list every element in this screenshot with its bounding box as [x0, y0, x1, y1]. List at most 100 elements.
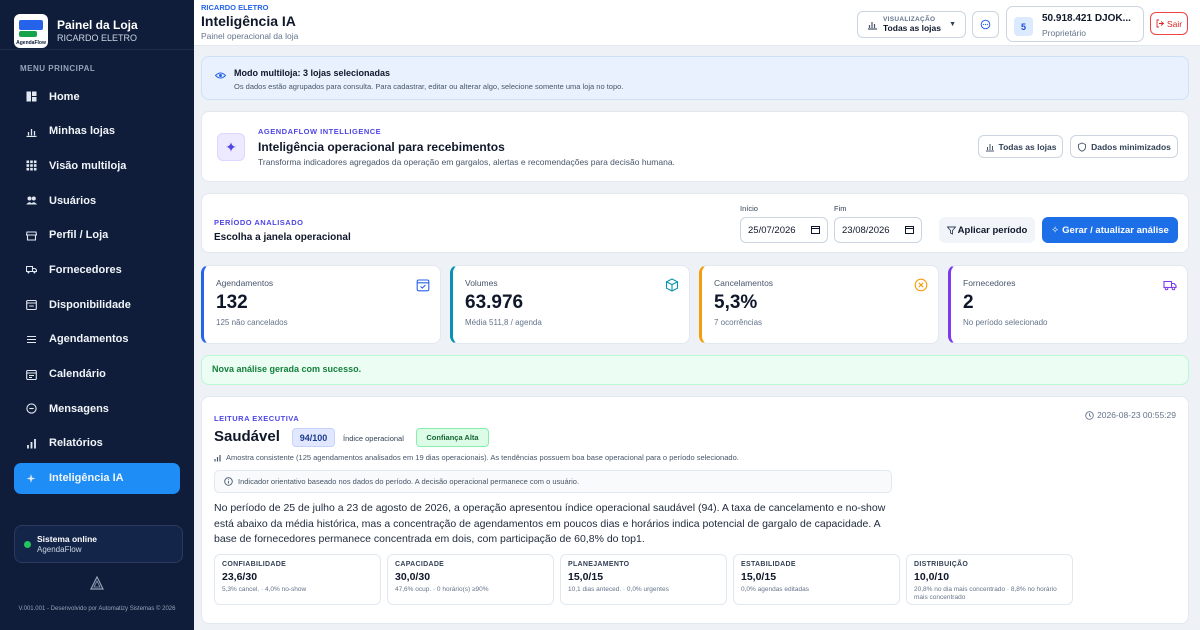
- sidebar-footer: V.001.001 - Desenvolvido por Automatizy …: [0, 575, 194, 613]
- executive-reading: LEITURA EXECUTIVA 2026-08-23 00:55:29 Sa…: [201, 396, 1189, 624]
- start-date-input[interactable]: 25/07/2026: [740, 217, 828, 243]
- brand-logo: AgendaFlow: [14, 13, 48, 48]
- status-title: Sistema online: [37, 534, 97, 544]
- sparkle-icon: ✧: [1051, 224, 1060, 236]
- message-icon: [26, 403, 37, 414]
- sidebar-item-label: Relatórios: [49, 437, 103, 450]
- exec-eyebrow: LEITURA EXECUTIVA: [214, 414, 300, 423]
- metric-label: ESTABILIDADE: [741, 561, 796, 568]
- start-date-value: 25/07/2026: [748, 224, 796, 236]
- kpi-value: 132: [216, 292, 248, 313]
- status-dot: [24, 541, 31, 548]
- metric-label: CONFIABILIDADE: [222, 561, 287, 568]
- metric-value: 15,0/15: [568, 571, 604, 583]
- list-icon: [26, 334, 37, 345]
- sidebar-item-disponibilidade[interactable]: Disponibilidade: [14, 289, 180, 320]
- logout-button[interactable]: Sair: [1150, 12, 1188, 35]
- page-subtitle: Painel operacional da loja: [201, 31, 299, 41]
- all-stores-label: Todas as lojas: [998, 141, 1057, 152]
- minimized-data-button[interactable]: Dados minimizados: [1070, 135, 1178, 158]
- sidebar-item-inteligencia-ia[interactable]: Inteligência IA: [14, 462, 180, 494]
- sidebar-item-label: Agendamentos: [49, 333, 129, 346]
- calendar-icon: [26, 369, 37, 380]
- sidebar-item-agendamentos[interactable]: Agendamentos: [14, 324, 180, 355]
- metric-card-capacidade: CAPACIDADE 30,0/30 47,6% ocup. · 0 horário…: [387, 554, 554, 605]
- period-filter: PERÍODO ANALISADO Escolha a janela opera…: [201, 193, 1189, 253]
- message-icon: [980, 19, 991, 30]
- store-count-badge: 5: [1014, 17, 1033, 36]
- end-date-input[interactable]: 23/08/2026: [834, 217, 922, 243]
- intel-title: Inteligência operacional para recebiment…: [258, 140, 505, 154]
- exec-index-label: Índice operacional: [343, 434, 404, 443]
- sidebar-item-relatorios[interactable]: Relatórios: [14, 428, 180, 459]
- metric-card-estabilidade: ESTABILIDADE 15,0/15 0,0% agendas editadas: [733, 554, 900, 605]
- success-alert: Nova análise gerada com sucesso.: [201, 355, 1189, 385]
- kpi-label: Fornecedores: [963, 278, 1016, 288]
- apps-icon: [26, 160, 37, 171]
- footer-text: V.001.001 - Desenvolvido por Automatizy …: [18, 606, 176, 612]
- kpi-label: Agendamentos: [216, 278, 274, 288]
- visualization-select[interactable]: VISUALIZAÇÃO Todas as lojas ▼: [857, 11, 966, 38]
- sidebar-item-label: Visão multiloja: [49, 159, 127, 172]
- sidebar-item-visao-multiloja[interactable]: Visão multiloja: [14, 150, 180, 181]
- metric-value: 23,6/30: [222, 571, 258, 583]
- status-sub: AgendaFlow: [37, 545, 82, 554]
- metric-card-confiabilidade: CONFIABILIDADE 23,6/30 5,3% cancel. · 4,0%…: [214, 554, 381, 605]
- metric-card-distribuicao: DISTRIBUIÇÃO 10,0/10 20,8% no dia mais con…: [906, 554, 1073, 605]
- user-menu[interactable]: 5 50.918.421 DJOK... Proprietário: [1006, 6, 1144, 42]
- start-label: Início: [740, 204, 758, 213]
- bar-chart-icon: [214, 454, 221, 461]
- period-title: Escolha a janela operacional: [214, 232, 351, 243]
- brand-store: RICARDO ELETRO: [57, 33, 138, 43]
- filter-icon: [946, 226, 956, 235]
- kpi-card-cancelamentos: Cancelamentos 5,3% 7 ocorrências: [699, 265, 939, 344]
- all-stores-button[interactable]: Todas as lojas: [978, 135, 1063, 158]
- visualization-label: VISUALIZAÇÃO: [883, 16, 936, 23]
- users-icon: [26, 195, 37, 206]
- sidebar-item-mensagens[interactable]: Mensagens: [14, 393, 180, 424]
- brand-logo-text: AgendaFlow: [16, 39, 46, 46]
- apply-period-button[interactable]: Aplicar período: [939, 217, 1035, 243]
- truck-icon: [26, 264, 37, 275]
- intel-subtitle: Transforma indicadores agregados da oper…: [258, 157, 675, 167]
- logout-icon: [1156, 19, 1165, 28]
- multistore-title: Modo multiloja: 3 lojas selecionadas: [234, 68, 391, 78]
- sidebar-item-label: Usuários: [49, 194, 97, 207]
- sidebar-item-fornecedores[interactable]: Fornecedores: [14, 254, 180, 285]
- metric-sub: 0,0% agendas editadas: [741, 586, 809, 593]
- confidence-badge: Confiança Alta: [416, 428, 489, 447]
- grid-icon: [26, 91, 37, 102]
- sidebar-item-home[interactable]: Home: [14, 81, 180, 112]
- calendar-icon: [416, 278, 430, 292]
- sidebar-item-label: Minhas lojas: [49, 125, 116, 138]
- messages-button[interactable]: [972, 11, 999, 38]
- user-role: Proprietário: [1042, 28, 1086, 38]
- calendar-icon: [905, 226, 914, 234]
- calendar-check-icon: [26, 299, 37, 311]
- intel-eyebrow: AGENDAFLOW INTELLIGENCE: [258, 127, 382, 136]
- exec-timestamp-value: 2026-08-23 00:55:29: [1097, 410, 1176, 420]
- sidebar-item-calendario[interactable]: Calendário: [14, 359, 180, 390]
- chevron-down-icon: ▼: [949, 21, 956, 28]
- metric-value: 15,0/15: [741, 571, 777, 583]
- metric-label: DISTRIBUIÇÃO: [914, 561, 969, 568]
- metric-label: PLANEJAMENTO: [568, 561, 630, 568]
- clock-icon: [1085, 410, 1094, 420]
- intelligence-header: ✦ AGENDAFLOW INTELLIGENCE Inteligência o…: [201, 111, 1189, 182]
- sidebar-item-usuarios[interactable]: Usuários: [14, 185, 180, 216]
- box-icon: [665, 278, 679, 292]
- kpi-value: 2: [963, 292, 974, 313]
- multistore-text: Os dados estão agrupados para consulta. …: [234, 82, 624, 91]
- brand: AgendaFlow Painel da Loja RICARDO ELETRO: [0, 0, 194, 50]
- sidebar-item-perfil-loja[interactable]: Perfil / Loja: [14, 220, 180, 251]
- header-store: RICARDO ELETRO: [201, 3, 269, 12]
- metric-value: 10,0/10: [914, 571, 950, 583]
- visualization-value: Todas as lojas: [883, 23, 941, 33]
- chart-icon: [985, 143, 994, 151]
- sidebar-item-label: Fornecedores: [49, 263, 122, 276]
- sidebar-item-label: Calendário: [49, 368, 106, 380]
- exec-sample: Amostra consistente (125 agendamentos an…: [214, 453, 739, 462]
- generate-analysis-button[interactable]: ✧ Gerar / atualizar análise: [1042, 217, 1178, 243]
- sidebar-item-minhas-lojas[interactable]: Minhas lojas: [14, 116, 180, 147]
- metric-label: CAPACIDADE: [395, 561, 445, 568]
